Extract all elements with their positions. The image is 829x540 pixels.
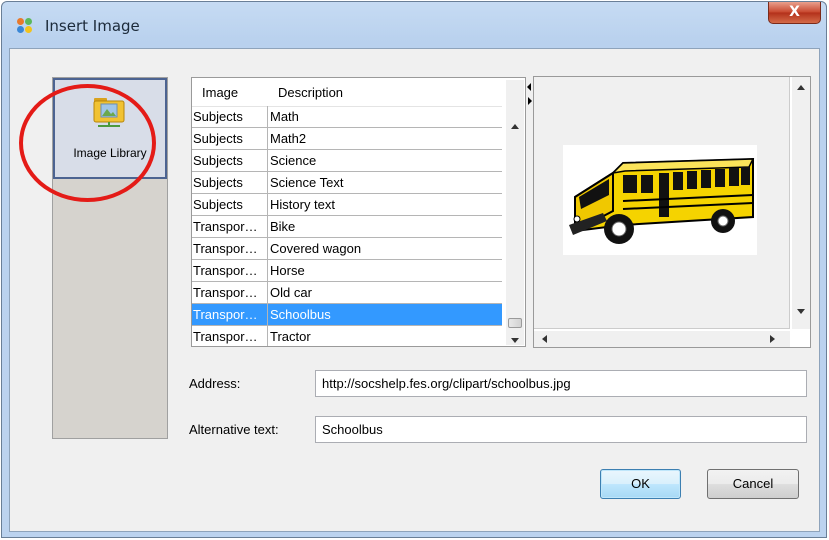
cell-image: Subjects: [192, 128, 268, 149]
cell-description: Old car: [270, 285, 312, 300]
image-library-item[interactable]: Image Library: [53, 78, 167, 179]
preview-vertical-scrollbar[interactable]: [792, 77, 810, 329]
image-library-label: Image Library: [73, 146, 147, 160]
cell-description: Schoolbus: [270, 307, 331, 322]
table-row[interactable]: Subjects Science: [192, 150, 502, 172]
cell-description: Bike: [270, 219, 296, 234]
cell-description: History text: [270, 197, 336, 212]
address-field[interactable]: [315, 370, 807, 397]
cell-description: Horse: [270, 263, 305, 278]
cell-image: Transpor…: [192, 304, 268, 325]
table-row[interactable]: Transpor… Old car: [192, 282, 502, 304]
scroll-up-icon[interactable]: [797, 85, 805, 90]
cell-image: Transpor…: [192, 282, 268, 303]
cell-description: Covered wagon: [270, 241, 362, 256]
table-row[interactable]: Subjects Math: [192, 106, 502, 128]
cell-description: Tractor: [270, 329, 311, 344]
scroll-left-icon[interactable]: [542, 335, 547, 343]
splitter-right-arrow-icon: [528, 97, 532, 105]
table-row[interactable]: Transpor… Covered wagon: [192, 238, 502, 260]
scroll-down-icon[interactable]: [797, 309, 805, 314]
cell-image: Subjects: [192, 106, 268, 127]
table-row-selected[interactable]: Transpor… Schoolbus: [192, 304, 502, 326]
table-body: Subjects Math Subjects Math2 Subjects Scien…: [192, 106, 502, 346]
library-panel: Image Library: [52, 77, 168, 439]
image-table[interactable]: Image Description Subjects Math Subjects M…: [191, 77, 526, 347]
pane-splitter[interactable]: [526, 77, 533, 117]
column-header-image[interactable]: Image: [202, 80, 262, 106]
splitter-left-arrow-icon: [527, 83, 531, 91]
table-row[interactable]: Subjects Science Text: [192, 172, 502, 194]
dialog-body: Image Library Image Description Subjects…: [9, 48, 820, 532]
title-bar[interactable]: Insert Image X: [2, 2, 826, 48]
table-header: Image Description: [192, 80, 502, 107]
cell-image: Transpor…: [192, 260, 268, 281]
image-library-icon: [92, 94, 126, 127]
alt-text-label: Alternative text:: [189, 422, 279, 437]
insert-image-dialog: Insert Image X Image Library Image Descr…: [1, 1, 827, 538]
cancel-button[interactable]: Cancel: [707, 469, 799, 499]
scroll-up-icon[interactable]: [511, 124, 519, 129]
table-row[interactable]: Transpor… Horse: [192, 260, 502, 282]
cell-description: Science: [270, 153, 317, 168]
scroll-thumb[interactable]: [508, 318, 522, 328]
cell-image: Subjects: [192, 150, 268, 171]
window-title: Insert Image: [45, 17, 140, 35]
table-row[interactable]: Transpor… Bike: [192, 216, 502, 238]
cell-image: Transpor…: [192, 238, 268, 259]
table-row[interactable]: Subjects History text: [192, 194, 502, 216]
table-row[interactable]: Subjects Math2: [192, 128, 502, 150]
address-label: Address:: [189, 376, 241, 391]
preview-canvas: [534, 77, 790, 329]
close-button[interactable]: X: [768, 2, 821, 24]
schoolbus-preview-image: [563, 145, 757, 255]
cell-image: Transpor…: [192, 216, 268, 237]
cell-image: Subjects: [192, 194, 268, 215]
column-header-description[interactable]: Description: [278, 80, 498, 106]
cell-description: Science Text: [270, 175, 344, 190]
table-row[interactable]: Transpor… Tractor: [192, 326, 502, 346]
ok-button[interactable]: OK: [600, 469, 681, 499]
alt-text-field[interactable]: [315, 416, 807, 443]
cell-image: Subjects: [192, 172, 268, 193]
scroll-right-icon[interactable]: [770, 335, 775, 343]
table-vertical-scrollbar[interactable]: [506, 80, 524, 345]
scroll-down-icon[interactable]: [511, 338, 519, 343]
cell-description: Math: [270, 109, 299, 124]
cell-image: Transpor…: [192, 326, 268, 346]
app-icon: [17, 18, 37, 34]
cell-description: Math2: [270, 131, 307, 146]
preview-horizontal-scrollbar[interactable]: [534, 331, 790, 347]
image-preview-pane: [533, 76, 811, 348]
